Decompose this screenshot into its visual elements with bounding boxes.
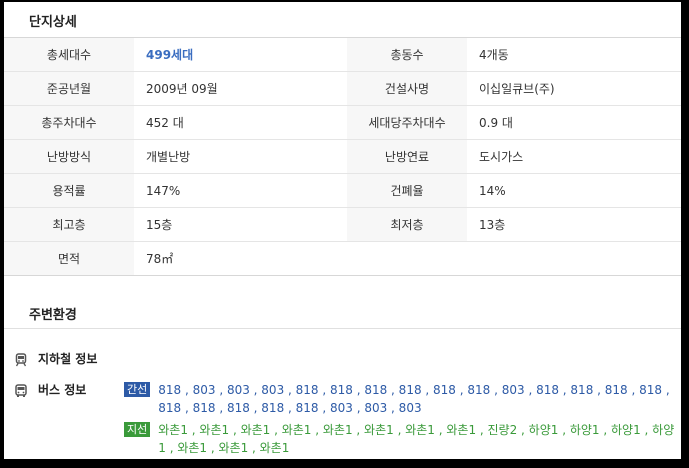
trunk-bus-routes: 818 , 803 , 803 , 803 , 818 , 818 , 818 … <box>158 383 670 415</box>
label-lowest-floor: 최저층 <box>347 208 467 241</box>
subway-info: 지하철 정보 <box>14 350 120 367</box>
value-lowest-floor: 13층 <box>479 218 506 232</box>
detail-row: 총주차대수 452 대 세대당주차대수 0.9 대 <box>4 106 681 140</box>
value-heating-type: 개별난방 <box>146 150 191 164</box>
value-total-households[interactable]: 499세대 <box>134 38 347 71</box>
value-floor-area-ratio: 147% <box>146 183 181 198</box>
bus-line-trunk: 간선 818 , 803 , 803 , 803 , 818 , 818 , 8… <box>124 381 679 417</box>
detail-row: 준공년월 2009년 09월 건설사명 이십일큐브(주) <box>4 72 681 106</box>
value-builder: 이십일큐브(주) <box>479 82 555 96</box>
label-parking-per-household: 세대당주차대수 <box>347 106 467 139</box>
bus-lines: 간선 818 , 803 , 803 , 803 , 818 , 818 , 8… <box>124 381 679 459</box>
label-floor-area-ratio: 용적률 <box>4 174 134 207</box>
label-builder: 건설사명 <box>347 72 467 105</box>
label-heating-type: 난방방식 <box>4 140 134 173</box>
value-heating-fuel: 도시가스 <box>479 150 524 164</box>
value-area: 78㎡ <box>146 252 174 266</box>
value-total-parking: 452 대 <box>146 116 184 130</box>
detail-table: 총세대수 499세대 총동수 4개동 준공년월 2009년 09월 건설사명 이… <box>4 37 681 276</box>
label-area: 면적 <box>4 242 134 275</box>
subway-info-label: 지하철 정보 <box>38 352 98 366</box>
branch-bus-routes: 와촌1 , 와촌1 , 와촌1 , 와촌1 , 와촌1 , 와촌1 , 와촌1 … <box>158 423 675 455</box>
label-total-households: 총세대수 <box>4 38 134 71</box>
value-total-buildings: 4개동 <box>479 48 509 62</box>
bus-icon <box>14 383 28 397</box>
detail-row: 면적 78㎡ <box>4 242 681 276</box>
detail-row: 총세대수 499세대 총동수 4개동 <box>4 38 681 72</box>
bus-info: 버스 정보 <box>14 381 120 398</box>
label-heating-fuel: 난방연료 <box>347 140 467 173</box>
value-completion-date: 2009년 09월 <box>146 82 218 96</box>
value-highest-floor: 15층 <box>146 218 173 232</box>
label-building-coverage: 건폐율 <box>347 174 467 207</box>
branch-bus-tag: 지선 <box>124 422 151 437</box>
value-parking-per-household: 0.9 대 <box>479 116 513 130</box>
subway-train-icon <box>14 352 28 367</box>
bus-info-label: 버스 정보 <box>38 383 87 397</box>
detail-section-title: 단지상세 <box>29 15 77 30</box>
detail-row: 최고층 15층 최저층 13층 <box>4 208 681 242</box>
bus-line-branch: 지선 와촌1 , 와촌1 , 와촌1 , 와촌1 , 와촌1 , 와촌1 , 와… <box>124 421 679 457</box>
value-building-coverage: 14% <box>479 183 506 198</box>
trunk-bus-tag: 간선 <box>124 382 151 397</box>
label-total-buildings: 총동수 <box>347 38 467 71</box>
label-highest-floor: 최고층 <box>4 208 134 241</box>
environment-section-title: 주변환경 <box>29 308 77 323</box>
detail-row: 용적률 147% 건폐율 14% <box>4 174 681 208</box>
complex-detail-panel: 단지상세 총세대수 499세대 총동수 4개동 준공년월 2009년 09월 건… <box>4 2 681 459</box>
detail-row: 난방방식 개별난방 난방연료 도시가스 <box>4 140 681 174</box>
divider <box>4 328 681 329</box>
empty-cell <box>347 242 681 275</box>
label-total-parking: 총주차대수 <box>4 106 134 139</box>
label-completion-date: 준공년월 <box>4 72 134 105</box>
